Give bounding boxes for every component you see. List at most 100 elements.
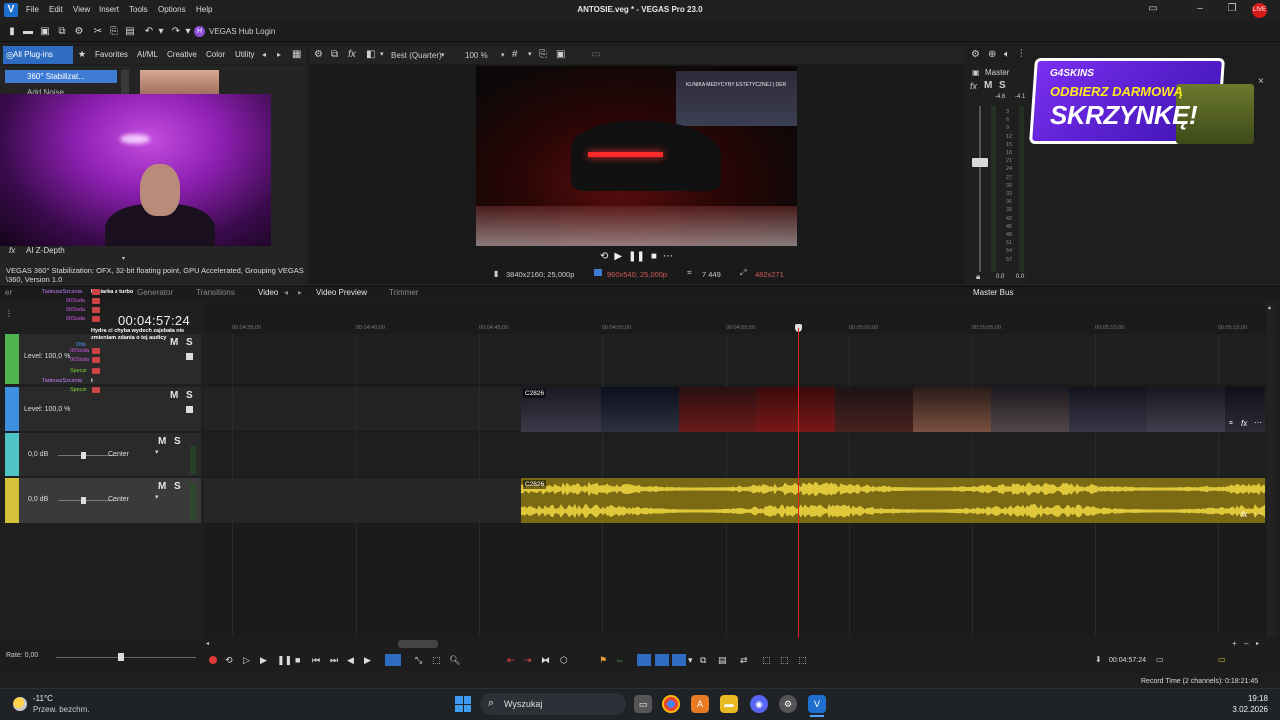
normal-edit-tool-icon[interactable] <box>385 654 401 666</box>
render-icon[interactable]: ⧉ <box>56 26 68 38</box>
mixer-icon[interactable]: ⊕ <box>988 49 996 60</box>
chevron-down-icon[interactable]: ▾ <box>155 493 159 501</box>
taskbar-search-box[interactable] <box>480 693 626 715</box>
redo-icon[interactable]: ↷ <box>170 26 182 38</box>
file-explorer-icon[interactable]: ▬ <box>720 695 738 713</box>
track-3-solo-button[interactable]: S <box>174 436 181 447</box>
track-3-mute-button[interactable]: M <box>158 436 166 447</box>
lock-icon[interactable]: 🔒︎ <box>976 272 980 282</box>
rate-slider-knob[interactable] <box>118 653 124 661</box>
selection-tool-icon[interactable]: ⬚ <box>432 655 441 666</box>
pause-icon[interactable]: ❚❚ <box>628 251 645 262</box>
track-2-level-knob[interactable] <box>186 406 193 413</box>
notification-icon[interactable]: ▭ <box>1143 3 1163 14</box>
settings-icon[interactable]: ⚙ <box>779 695 797 713</box>
auto-crossfade-icon[interactable] <box>655 654 669 666</box>
fx-icon[interactable]: fx <box>1241 510 1247 519</box>
settings-icon[interactable]: ⚙ <box>971 49 980 60</box>
weather-icon[interactable] <box>13 697 27 711</box>
fx-icon[interactable]: fx <box>970 81 977 91</box>
next-frame-icon[interactable]: ▶ <box>364 655 371 666</box>
app-icon[interactable]: A <box>691 695 709 713</box>
sync-icon[interactable]: ⇄ <box>740 655 748 666</box>
track-list-menu-icon[interactable]: ⋮ <box>5 309 13 318</box>
tab-utility[interactable]: Utility <box>231 46 259 64</box>
discord-icon[interactable]: ◉ <box>750 695 768 713</box>
zoom-tool-icon[interactable]: 🔍︎ <box>449 655 460 666</box>
ungroup-icon[interactable]: ⬚ <box>780 655 789 666</box>
video-track-1-lane[interactable] <box>204 334 1266 384</box>
track-4-volume-knob[interactable] <box>81 497 86 504</box>
chevron-down-icon[interactable]: ▾ <box>501 51 505 59</box>
chevron-down-icon[interactable]: ▾ <box>528 50 532 58</box>
chevron-down-icon[interactable]: ▾ <box>688 655 693 666</box>
tab-trimmer[interactable]: Trimmer <box>389 288 418 297</box>
chevron-down-icon[interactable]: ▾ <box>122 255 125 262</box>
maximize-button[interactable]: ❐ <box>1222 3 1242 14</box>
solo-button[interactable]: S <box>999 80 1006 91</box>
tab-video[interactable]: Video <box>258 288 278 297</box>
volume-icon[interactable]: 🔈︎ <box>1004 49 1010 60</box>
weather-description[interactable]: Przew. bezchm. <box>33 705 89 714</box>
tab-master-bus[interactable]: Master Bus <box>973 288 1013 297</box>
track-2-solo-button[interactable]: S <box>186 390 193 401</box>
more-icon[interactable]: ⋯ <box>663 251 673 262</box>
play-icon[interactable]: ▶ <box>614 251 622 262</box>
audio-clip[interactable]: C2826 fx ⋯ <box>521 478 1265 523</box>
tabs-next-icon[interactable]: ▸ <box>277 50 281 59</box>
paste-icon[interactable]: ▤ <box>124 26 136 38</box>
plugin-view-icon[interactable]: ▦ <box>292 49 301 60</box>
play-icon[interactable]: ▶ <box>260 655 267 666</box>
snapping-icon[interactable] <box>637 654 651 666</box>
minimize-button[interactable]: – <box>1190 3 1210 14</box>
lock-envelopes-icon[interactable]: ⧉ <box>700 655 706 666</box>
chrome-icon[interactable] <box>662 695 680 713</box>
post-edit-ripple-icon[interactable]: ▤ <box>718 655 727 666</box>
hub-login-button[interactable]: VEGAS Hub Login <box>209 27 275 36</box>
vegas-taskbar-icon[interactable]: V <box>808 695 826 713</box>
group-icon[interactable]: ⬚ <box>762 655 771 666</box>
track-4-solo-button[interactable]: S <box>174 481 181 492</box>
video-clip[interactable]: C2826 ⌗ fx ⋯ <box>521 387 1265 432</box>
track-3-volume-knob[interactable] <box>81 452 86 459</box>
trim-end-icon[interactable]: ⇥ <box>524 655 532 666</box>
timeline-timecode[interactable]: 00:04:57:24 <box>118 313 190 328</box>
stop-icon[interactable]: ■ <box>295 655 300 665</box>
tab-generator[interactable]: Generator <box>137 288 173 297</box>
playhead-line[interactable] <box>798 328 799 638</box>
fx-icon[interactable]: fx <box>348 49 356 60</box>
play-from-start-icon[interactable]: ▷ <box>243 655 250 666</box>
chevron-down-icon[interactable]: ▾ <box>380 50 384 58</box>
prev-frame-icon[interactable]: ◀ <box>347 655 354 666</box>
audio-track-1-lane[interactable] <box>204 433 1266 476</box>
ignore-grouping-icon[interactable]: ⬡ <box>560 655 568 666</box>
go-to-end-icon[interactable]: ⏭︎ <box>330 655 338 666</box>
cut-icon[interactable]: ✂ <box>92 26 104 38</box>
plugin-list-scrollbar[interactable] <box>121 70 129 94</box>
copy-snapshot-icon[interactable]: ⎘ <box>539 49 547 60</box>
open-folder-icon[interactable]: ▬ <box>22 26 34 38</box>
settings-icon[interactable]: ⚙ <box>73 26 85 38</box>
zoom-select[interactable]: 100 % <box>465 51 488 60</box>
tab-favorites[interactable]: Favorites <box>91 46 132 64</box>
master-fader[interactable] <box>972 158 988 167</box>
pause-icon[interactable]: ❚❚ <box>277 655 292 666</box>
weather-temperature[interactable]: -11°C <box>33 694 53 703</box>
crop-icon[interactable]: ⌗ <box>1229 420 1233 428</box>
track-4-mute-button[interactable]: M <box>158 481 166 492</box>
loop-icon[interactable]: ⟲ <box>225 655 233 666</box>
track-2-mute-button[interactable]: M <box>170 390 178 401</box>
tab-ai-ml[interactable]: AI/ML <box>133 46 162 64</box>
chevron-down-icon[interactable]: ▾ <box>155 448 159 456</box>
clear-group-icon[interactable]: ⬚ <box>798 655 807 666</box>
stop-icon[interactable]: ■ <box>651 251 657 262</box>
eq-icon[interactable]: ⫶ <box>1020 49 1023 60</box>
go-to-start-icon[interactable]: ⏮︎ <box>312 655 320 666</box>
quality-select[interactable]: Best (Quarter) <box>391 51 442 60</box>
zoom-out-icon[interactable]: – <box>1244 639 1248 648</box>
undo-icon[interactable]: ↶ <box>143 26 155 38</box>
more-icon[interactable]: ⋯ <box>1254 509 1262 518</box>
tab-hidden-left[interactable]: er <box>5 288 12 297</box>
region-icon[interactable]: ⇔ <box>615 655 624 665</box>
tab-color[interactable]: Color <box>202 46 229 64</box>
